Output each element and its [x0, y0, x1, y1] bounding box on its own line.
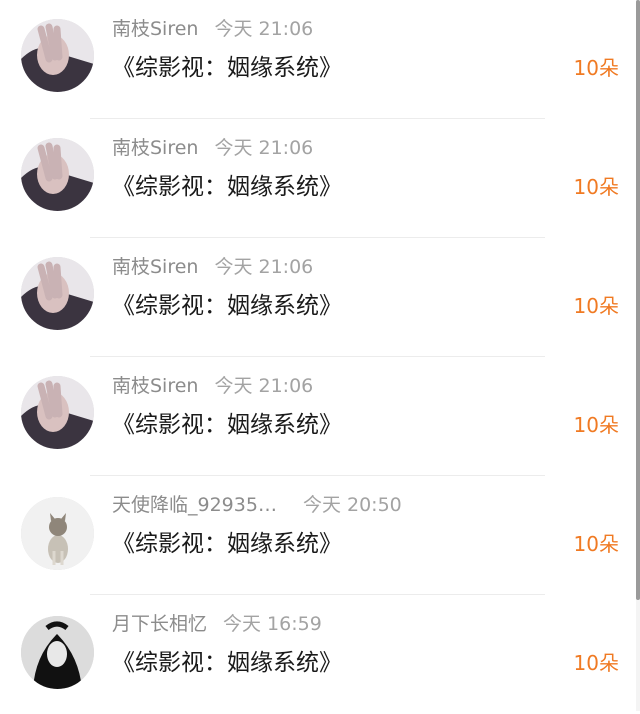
list-item[interactable]: 南枝Siren 今天 21:06 《综影视：姻缘系统》 10朵: [0, 0, 640, 119]
book-title[interactable]: 《综影视：姻缘系统》: [112, 524, 342, 558]
book-title[interactable]: 《综影视：姻缘系统》: [112, 167, 342, 201]
timestamp: 今天 21:06: [214, 18, 314, 40]
hand-avatar[interactable]: [21, 138, 94, 211]
list-item[interactable]: 天使降临_92935… 今天 20:50 《综影视：姻缘系统》 10朵: [0, 476, 640, 595]
gift-amount: 10朵: [573, 294, 619, 318]
meta-line: 南枝Siren 今天 21:06: [112, 133, 313, 160]
username[interactable]: 天使降临_92935…: [112, 494, 277, 516]
meta-line: 月下长相忆 今天 16:59: [112, 609, 322, 636]
timestamp: 今天 21:06: [214, 137, 314, 159]
hand-avatar[interactable]: [21, 19, 94, 92]
list-item[interactable]: 南枝Siren 今天 21:06 《综影视：姻缘系统》 10朵: [0, 357, 640, 476]
book-title[interactable]: 《综影视：姻缘系统》: [112, 286, 342, 320]
hand-avatar[interactable]: [21, 257, 94, 330]
cat-avatar[interactable]: [21, 497, 94, 570]
meta-line: 南枝Siren 今天 21:06: [112, 14, 313, 41]
username[interactable]: 南枝Siren: [112, 256, 198, 278]
gift-amount: 10朵: [573, 413, 619, 437]
book-title[interactable]: 《综影视：姻缘系统》: [112, 405, 342, 439]
meta-line: 南枝Siren 今天 21:06: [112, 252, 313, 279]
meta-line: 天使降临_92935… 今天 20:50: [112, 490, 402, 517]
list-item[interactable]: 月下长相忆 今天 16:59 《综影视：姻缘系统》 10朵: [0, 595, 640, 714]
meta-line: 南枝Siren 今天 21:06: [112, 371, 313, 398]
username[interactable]: 月下长相忆: [112, 613, 207, 635]
username[interactable]: 南枝Siren: [112, 375, 198, 397]
gift-amount: 10朵: [573, 56, 619, 80]
gift-amount: 10朵: [573, 532, 619, 556]
timestamp: 今天 16:59: [223, 613, 322, 635]
girl-avatar[interactable]: [21, 616, 94, 689]
gift-amount: 10朵: [573, 651, 619, 675]
timestamp: 今天 21:06: [214, 375, 314, 397]
book-title[interactable]: 《综影视：姻缘系统》: [112, 48, 342, 82]
scrollbar-track[interactable]: [636, 0, 640, 711]
username[interactable]: 南枝Siren: [112, 18, 198, 40]
list-item[interactable]: 南枝Siren 今天 21:06 《综影视：姻缘系统》 10朵: [0, 238, 640, 357]
timestamp: 今天 21:06: [214, 256, 314, 278]
scrollbar-thumb[interactable]: [636, 0, 640, 600]
book-title[interactable]: 《综影视：姻缘系统》: [112, 643, 342, 677]
list-item[interactable]: 南枝Siren 今天 21:06 《综影视：姻缘系统》 10朵: [0, 119, 640, 238]
gift-amount: 10朵: [573, 175, 619, 199]
hand-avatar[interactable]: [21, 376, 94, 449]
timestamp: 今天 20:50: [302, 494, 402, 516]
username[interactable]: 南枝Siren: [112, 137, 198, 159]
